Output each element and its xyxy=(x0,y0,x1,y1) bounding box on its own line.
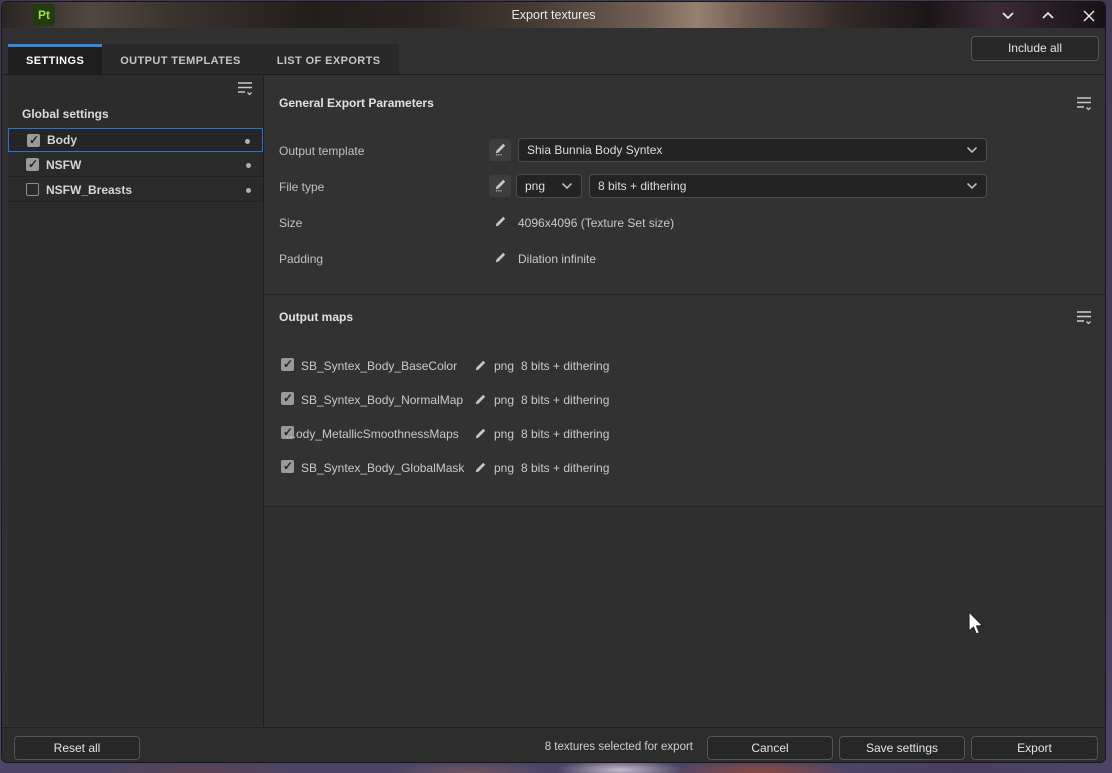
sidebar-filter-menu-button[interactable] xyxy=(237,81,253,99)
texture-set-row-body[interactable]: Body xyxy=(8,128,263,152)
pencil-icon xyxy=(493,142,507,159)
cancel-button[interactable]: Cancel xyxy=(707,736,833,760)
pencil-icon xyxy=(473,429,487,444)
size-value: 4096x4096 (Texture Set size) xyxy=(518,216,674,230)
pencil-icon xyxy=(473,463,487,478)
edit-output-template-button[interactable] xyxy=(489,139,511,161)
include-all-button[interactable]: Include all xyxy=(971,36,1099,61)
tab-settings-label: SETTINGS xyxy=(26,55,84,67)
edit-padding-button[interactable] xyxy=(493,251,507,265)
edit-size-button[interactable] xyxy=(493,215,507,229)
output-map-row: ...ody_MetallicSmoothnessMaps png 8 bits… xyxy=(264,425,1105,443)
output-map-name: ...ody_MetallicSmoothnessMaps xyxy=(286,427,459,441)
output-template-dropdown[interactable]: Shia Bunnia Body Syntex xyxy=(518,138,987,162)
output-map-format[interactable]: png xyxy=(494,427,514,441)
output-map-depth[interactable]: 8 bits + dithering xyxy=(521,359,609,373)
texture-set-sidebar: Global settings Body NSFW NSFW_Breasts xyxy=(8,75,263,726)
output-map-depth[interactable]: 8 bits + dithering xyxy=(521,393,609,407)
output-map-name: SB_Syntex_Body_GlobalMask xyxy=(301,461,464,475)
maximize-button[interactable] xyxy=(1038,6,1058,24)
reset-all-button[interactable]: Reset all xyxy=(14,736,140,760)
export-parameters-panel: General Export Parameters Output templat… xyxy=(264,75,1105,726)
texture-set-label: NSFW xyxy=(46,158,81,172)
output-map-checkbox[interactable] xyxy=(281,358,294,371)
output-map-name: SB_Syntex_Body_BaseColor xyxy=(301,359,457,373)
export-status-text: 8 textures selected for export xyxy=(545,741,693,753)
texture-set-row-nsfw-breasts[interactable]: NSFW_Breasts xyxy=(8,178,263,202)
output-map-row: SB_Syntex_Body_BaseColor png 8 bits + di… xyxy=(264,357,1105,375)
output-maps-menu-button[interactable] xyxy=(1076,310,1092,328)
tab-list-of-exports[interactable]: LIST OF EXPORTS xyxy=(259,44,399,74)
output-map-name: SB_Syntex_Body_NormalMap xyxy=(301,393,463,407)
divider xyxy=(264,506,1105,507)
output-maps-title: Output maps xyxy=(279,310,353,324)
pencil-icon xyxy=(493,178,507,195)
file-type-label: File type xyxy=(279,180,324,194)
chevron-down-icon xyxy=(966,143,978,157)
output-map-row: SB_Syntex_Body_GlobalMask png 8 bits + d… xyxy=(264,459,1105,477)
tab-bar: SETTINGS OUTPUT TEMPLATES LIST OF EXPORT… xyxy=(8,44,399,74)
window-title: Export textures xyxy=(2,2,1105,28)
filter-icon xyxy=(237,84,253,99)
chevron-up-icon xyxy=(1038,10,1058,20)
texture-set-checkbox[interactable] xyxy=(26,158,39,171)
minimize-button[interactable] xyxy=(998,6,1018,24)
padding-value: Dilation infinite xyxy=(518,252,596,266)
bit-depth-value: 8 bits + dithering xyxy=(598,179,686,193)
size-label: Size xyxy=(279,216,302,230)
general-parameters-menu-button[interactable] xyxy=(1076,96,1092,114)
pencil-icon xyxy=(493,253,507,268)
texture-set-label: NSFW_Breasts xyxy=(46,183,132,197)
filter-icon xyxy=(1076,313,1092,328)
chevron-down-icon xyxy=(561,179,573,193)
edit-output-map-button[interactable] xyxy=(473,427,487,441)
padding-label: Padding xyxy=(279,252,323,266)
title-bar[interactable]: Pt Export textures xyxy=(2,2,1105,28)
output-template-label: Output template xyxy=(279,144,364,158)
chevron-down-icon xyxy=(998,10,1018,20)
tab-list-of-exports-label: LIST OF EXPORTS xyxy=(277,55,381,67)
output-map-checkbox[interactable] xyxy=(281,392,294,405)
modified-dot-icon xyxy=(246,188,251,193)
file-format-dropdown[interactable]: png xyxy=(516,174,582,198)
edit-file-type-button[interactable] xyxy=(489,175,511,197)
filter-icon xyxy=(1076,99,1092,114)
tab-output-templates-label: OUTPUT TEMPLATES xyxy=(120,55,240,67)
output-map-row: SB_Syntex_Body_NormalMap png 8 bits + di… xyxy=(264,391,1105,409)
texture-set-label: Body xyxy=(47,133,77,147)
output-map-checkbox[interactable] xyxy=(281,460,294,473)
texture-set-checkbox[interactable] xyxy=(26,183,39,196)
tab-output-templates[interactable]: OUTPUT TEMPLATES xyxy=(102,44,258,74)
close-button[interactable] xyxy=(1079,6,1099,24)
tab-settings[interactable]: SETTINGS xyxy=(8,44,102,74)
export-textures-dialog: Pt Export textures SETTINGS OUTPUT TEMPL… xyxy=(2,2,1105,762)
bit-depth-dropdown[interactable]: 8 bits + dithering xyxy=(589,174,987,198)
output-map-format[interactable]: png xyxy=(494,393,514,407)
pencil-icon xyxy=(473,361,487,376)
pencil-icon xyxy=(493,217,507,232)
output-template-value: Shia Bunnia Body Syntex xyxy=(527,143,662,157)
chevron-down-icon xyxy=(966,179,978,193)
footer-bar: Reset all 8 textures selected for export… xyxy=(2,727,1105,762)
edit-output-map-button[interactable] xyxy=(473,393,487,407)
sidebar-section-title: Global settings xyxy=(22,107,109,121)
output-map-format[interactable]: png xyxy=(494,461,514,475)
texture-set-checkbox[interactable] xyxy=(27,134,40,147)
empty-area xyxy=(264,507,1105,726)
general-parameters-title: General Export Parameters xyxy=(279,96,434,110)
save-settings-button[interactable]: Save settings xyxy=(839,736,965,760)
texture-set-row-nsfw[interactable]: NSFW xyxy=(8,153,263,177)
modified-dot-icon xyxy=(245,139,250,144)
export-button[interactable]: Export xyxy=(971,736,1098,760)
file-format-value: png xyxy=(525,179,545,193)
output-map-format[interactable]: png xyxy=(494,359,514,373)
close-icon xyxy=(1079,10,1099,22)
edit-output-map-button[interactable] xyxy=(473,461,487,475)
edit-output-map-button[interactable] xyxy=(473,359,487,373)
pencil-icon xyxy=(473,395,487,410)
divider xyxy=(264,294,1105,295)
modified-dot-icon xyxy=(246,163,251,168)
output-map-depth[interactable]: 8 bits + dithering xyxy=(521,427,609,441)
output-map-depth[interactable]: 8 bits + dithering xyxy=(521,461,609,475)
